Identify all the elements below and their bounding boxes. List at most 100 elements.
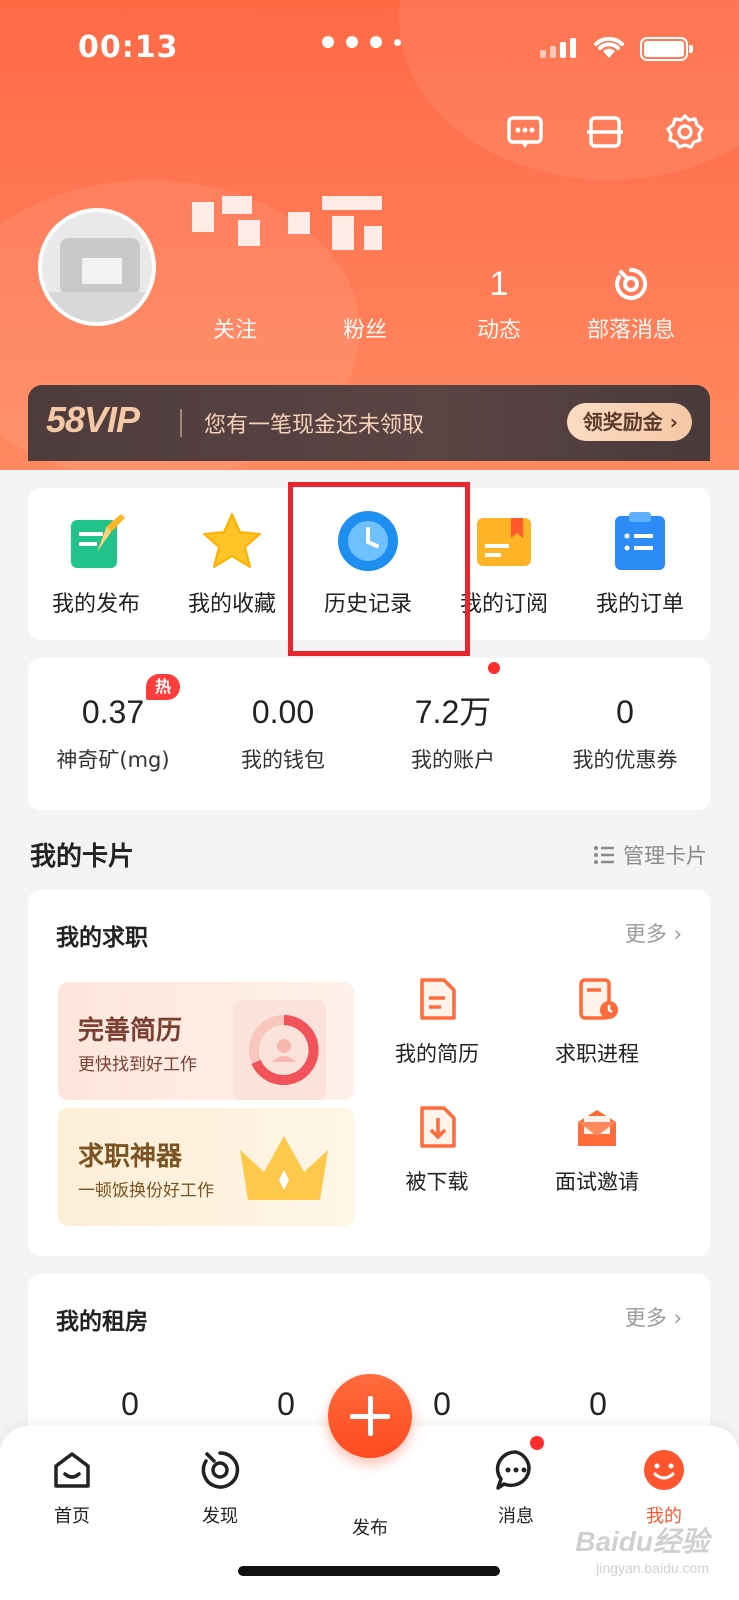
wifi-icon <box>594 36 624 58</box>
stat-posts[interactable]: 1 动态 <box>434 262 564 344</box>
nav-discover[interactable]: 发现 <box>170 1448 270 1528</box>
message-icon <box>494 1448 538 1492</box>
resume-icon <box>414 976 460 1022</box>
more-link[interactable]: 更多 › <box>625 1302 682 1332</box>
more-link[interactable]: 更多 › <box>625 918 682 948</box>
wallet-account[interactable]: 7.2万 我的账户 <box>368 692 538 774</box>
avatar[interactable] <box>38 208 156 326</box>
stat-following[interactable]: 关注 <box>170 262 300 344</box>
manage-cards-button[interactable]: 管理卡片 <box>593 840 707 870</box>
manage-label: 管理卡片 <box>623 844 707 868</box>
rent-value[interactable]: 0 <box>568 1386 628 1423</box>
claim-reward-button[interactable]: 领奖励金 › <box>566 403 692 441</box>
card-title: 我的求职 <box>56 925 148 951</box>
interview-invites[interactable]: 面试邀请 <box>522 1104 672 1196</box>
home-icon <box>50 1448 94 1492</box>
profile-stats: 关注 粉丝 1 动态 部落消息 <box>170 262 710 352</box>
promo-subtitle: 更快找到好工作 <box>78 1055 197 1075</box>
wallet-value: 0 <box>616 694 634 730</box>
highlight-box <box>288 482 470 656</box>
job-item-label: 我的简历 <box>395 1042 479 1066</box>
shortcut-orders[interactable]: 我的订单 <box>572 508 708 618</box>
status-time: 00:13 <box>78 30 179 65</box>
me-icon <box>642 1448 686 1492</box>
username-blurred <box>192 196 392 260</box>
invite-icon <box>574 1104 620 1150</box>
settings-gear-icon[interactable] <box>661 108 709 156</box>
rent-value[interactable]: 0 <box>100 1386 160 1423</box>
downloaded[interactable]: 被下载 <box>362 1104 512 1196</box>
stat-label: 部落消息 <box>586 318 675 343</box>
wallet-mine[interactable]: 0.37 神奇矿(mg) <box>28 692 198 774</box>
job-tool-banner[interactable]: 求职神器 一顿饭换份好工作 <box>58 1108 354 1226</box>
shortcut-label: 我的收藏 <box>187 592 276 617</box>
stat-value: 1 <box>489 265 509 303</box>
stat-tribe-messages[interactable]: 部落消息 <box>566 262 696 344</box>
customer-service-icon[interactable] <box>501 108 549 156</box>
scan-icon[interactable] <box>581 108 629 156</box>
stat-label: 粉丝 <box>342 318 387 343</box>
nav-me[interactable]: 我的 <box>614 1448 714 1528</box>
vip-banner[interactable]: 58VIP 您有一笔现金还未领取 领奖励金 › <box>28 385 710 461</box>
shortcut-label: 我的发布 <box>51 592 140 617</box>
wallet-value: 7.2万 <box>414 694 492 730</box>
nav-publish[interactable]: 发布 <box>320 1504 420 1540</box>
shortcut-favorites[interactable]: 我的收藏 <box>164 508 300 618</box>
job-item-label: 被下载 <box>405 1170 469 1194</box>
wallet-label: 我的优惠券 <box>572 748 678 772</box>
card-title: 我的租房 <box>56 1309 148 1335</box>
nav-label: 首页 <box>54 1506 90 1527</box>
stat-value <box>170 262 300 306</box>
promo-title: 完善简历 <box>78 1016 183 1046</box>
my-resume[interactable]: 我的简历 <box>362 976 512 1068</box>
stat-label: 动态 <box>476 318 521 343</box>
hot-badge: 热 <box>146 674 181 700</box>
promo-title: 求职神器 <box>78 1142 183 1172</box>
wallet-label: 我的钱包 <box>241 748 325 772</box>
download-icon <box>414 1104 460 1150</box>
nav-messages[interactable]: 消息 <box>466 1448 566 1528</box>
vip-logo: 58VIP <box>46 399 140 440</box>
home-indicator <box>238 1566 500 1576</box>
promo-subtitle: 一顿饭换份好工作 <box>78 1181 214 1201</box>
stat-fans[interactable]: 粉丝 <box>300 262 430 344</box>
wallet-value: 0.00 <box>251 694 315 730</box>
divider <box>180 409 182 437</box>
shortcut-my-posts[interactable]: 我的发布 <box>28 508 164 618</box>
jobs-card: 我的求职 更多 › 完善简历 更快找到好工作 求职神器 一顿饭换份好工作 我的简… <box>28 890 710 1256</box>
star-icon <box>199 508 265 574</box>
nav-label: 发现 <box>202 1506 238 1527</box>
discover-icon <box>198 1448 242 1492</box>
crown-icon <box>240 1136 328 1200</box>
subscribe-icon <box>471 508 537 574</box>
rent-value[interactable]: 0 <box>412 1386 472 1423</box>
publish-plus-button[interactable] <box>328 1374 412 1458</box>
progress-icon <box>574 976 620 1022</box>
watermark-url: jingyan.baidu.com <box>596 1560 709 1576</box>
notification-dot <box>530 1436 544 1450</box>
job-progress[interactable]: 求职进程 <box>522 976 672 1068</box>
nav-home[interactable]: 首页 <box>22 1448 122 1528</box>
wallet-coupons[interactable]: 0 我的优惠券 <box>540 692 710 774</box>
wallet-label: 神奇矿(mg) <box>56 748 170 772</box>
rent-value[interactable]: 0 <box>256 1386 316 1423</box>
stat-label: 关注 <box>212 318 257 343</box>
job-item-label: 面试邀请 <box>555 1170 639 1194</box>
publish-icon <box>63 508 129 574</box>
signal-icon <box>540 38 576 58</box>
wallet-label: 我的账户 <box>411 748 495 772</box>
battery-icon <box>640 37 693 61</box>
nav-label: 发布 <box>352 1518 388 1539</box>
tribe-icon <box>566 262 696 306</box>
vip-message: 您有一笔现金还未领取 <box>204 413 425 438</box>
status-bar: 00:13 <box>0 0 739 96</box>
section-title: 我的卡片 <box>30 842 135 872</box>
job-item-label: 求职进程 <box>555 1042 639 1066</box>
watermark-brand: Baidu经验 <box>575 1526 709 1557</box>
complete-resume-banner[interactable]: 完善简历 更快找到好工作 <box>58 982 354 1100</box>
wallet-card: 0.37 神奇矿(mg) 热 0.00 我的钱包 7.2万 我的账户 0 我的优… <box>28 658 710 810</box>
wallet-balance[interactable]: 0.00 我的钱包 <box>198 692 368 774</box>
notification-dot <box>488 662 500 674</box>
stat-value <box>300 262 430 306</box>
shortcut-label: 我的订单 <box>595 592 684 617</box>
